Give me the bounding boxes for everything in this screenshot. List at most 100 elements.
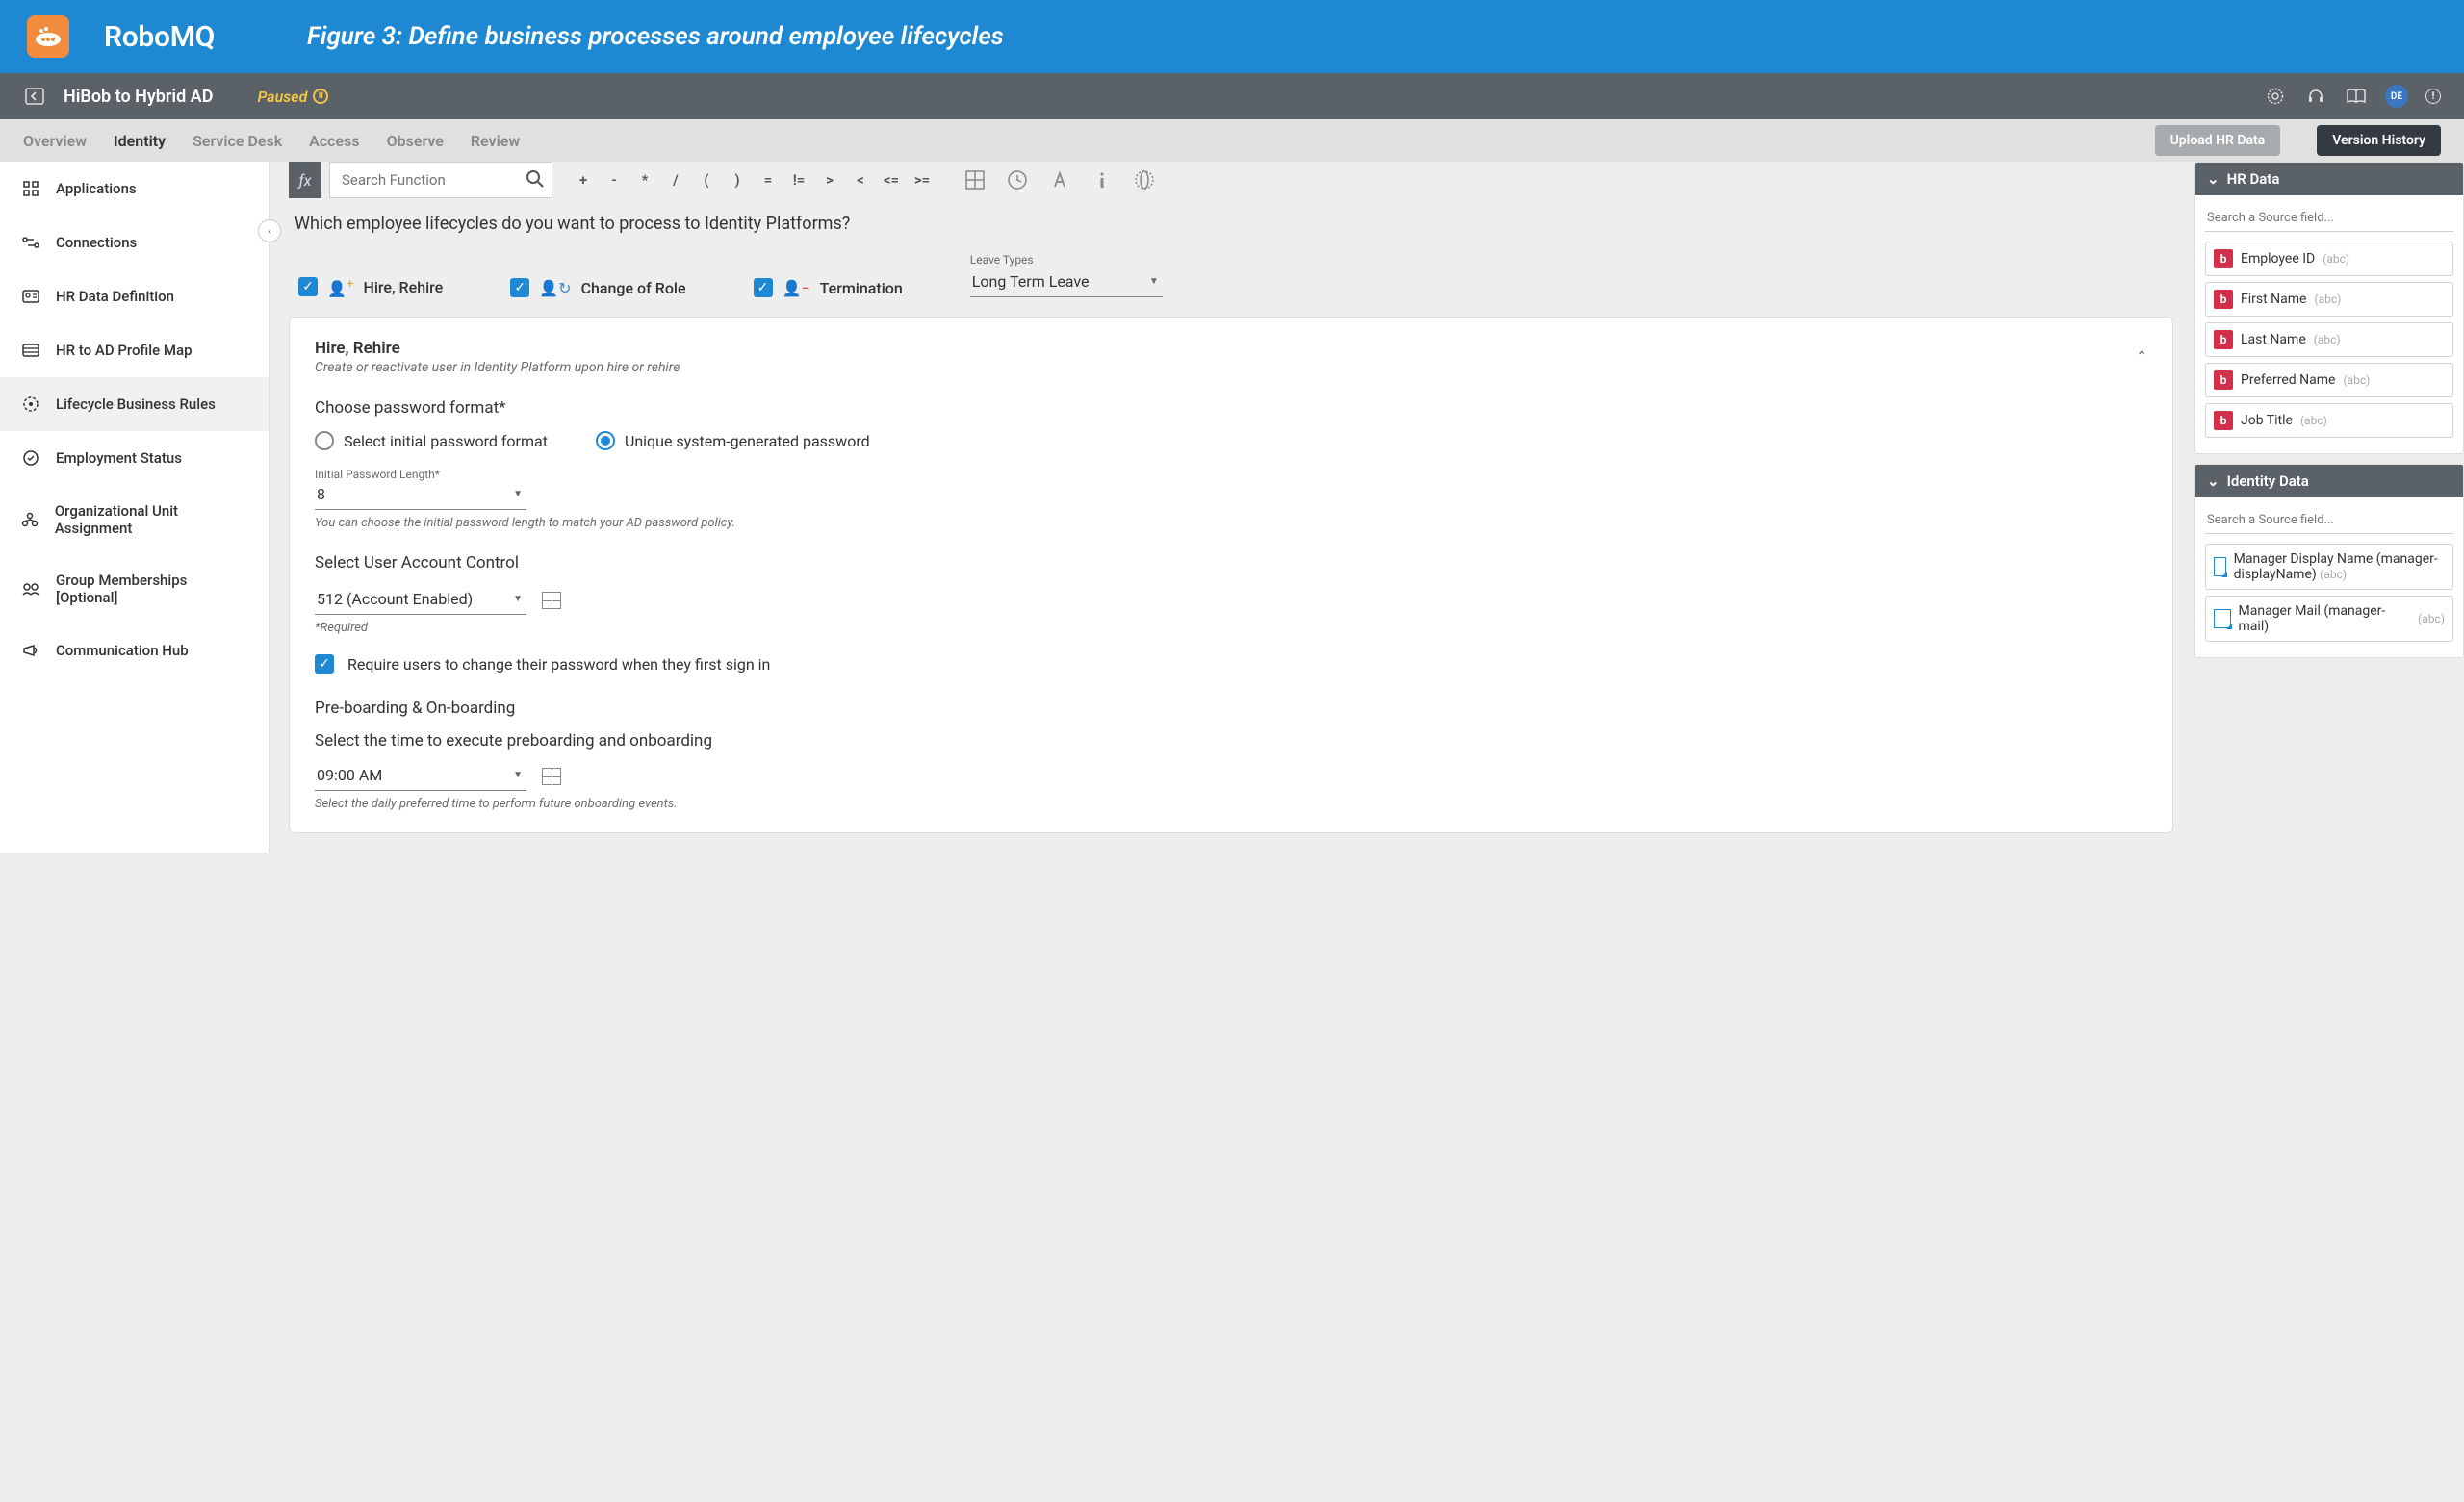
sidebar-item-communication-hub[interactable]: Communication Hub bbox=[0, 624, 269, 677]
apps-icon bbox=[21, 179, 40, 198]
grid-picker-icon[interactable] bbox=[542, 768, 561, 785]
text-tool-icon[interactable] bbox=[1047, 167, 1072, 192]
person-swap-icon: 👤↻ bbox=[539, 279, 571, 297]
op-neq[interactable]: != bbox=[785, 166, 812, 193]
field-chip[interactable]: Manager Mail (manager-mail)(abc) bbox=[2205, 596, 2453, 642]
card-title: Hire, Rehire bbox=[315, 339, 680, 358]
op-divide[interactable]: / bbox=[662, 166, 689, 193]
upload-hr-button[interactable]: Upload HR Data bbox=[2155, 125, 2281, 156]
avatar[interactable]: DE bbox=[2385, 85, 2408, 108]
app-bar: HiBob to Hybrid AD Paused II DE ! bbox=[0, 73, 2464, 119]
table-tool-icon[interactable] bbox=[962, 167, 988, 192]
lifecycle-icon bbox=[21, 395, 40, 414]
identity-badge-icon bbox=[2214, 557, 2226, 576]
field-chip[interactable]: bEmployee ID(abc) bbox=[2205, 242, 2453, 276]
password-length-help: You can choose the initial password leng… bbox=[315, 516, 2147, 530]
field-chip[interactable]: bLast Name(abc) bbox=[2205, 322, 2453, 357]
globe-tool-icon[interactable] bbox=[1132, 167, 1157, 192]
checkbox-icon[interactable]: ✓ bbox=[315, 654, 334, 674]
sidebar-item-label: Group Memberships [Optional] bbox=[56, 572, 247, 606]
back-icon[interactable] bbox=[23, 85, 46, 108]
op-lte[interactable]: <= bbox=[878, 166, 905, 193]
status-badge: Paused II bbox=[257, 88, 328, 106]
checkbox-icon[interactable]: ✓ bbox=[754, 278, 773, 297]
grid-picker-icon[interactable] bbox=[542, 592, 561, 609]
op-plus[interactable]: + bbox=[570, 166, 597, 193]
uac-select[interactable]: 512 (Account Enabled) bbox=[315, 586, 526, 615]
field-chip[interactable]: Manager Display Name (manager-displayNam… bbox=[2205, 544, 2453, 590]
tab-service-desk[interactable]: Service Desk bbox=[192, 132, 282, 150]
tab-observe[interactable]: Observe bbox=[387, 132, 444, 150]
panel-header[interactable]: ⌄ Identity Data bbox=[2195, 465, 2463, 497]
sidebar-item-employment-status[interactable]: Employment Status bbox=[0, 431, 269, 485]
sidebar-item-profile-map[interactable]: HR to AD Profile Map bbox=[0, 323, 269, 377]
person-plus-icon: 👤+ bbox=[327, 277, 353, 297]
info-tool-icon[interactable] bbox=[1090, 167, 1115, 192]
pause-icon: II bbox=[313, 89, 328, 104]
radio-system-password[interactable]: Unique system-generated password bbox=[596, 431, 870, 450]
panel-header[interactable]: ⌄ HR Data bbox=[2195, 163, 2463, 195]
workspace: Applications Connections HR Data Definit… bbox=[0, 162, 2464, 853]
hr-field-search-input[interactable] bbox=[2205, 205, 2453, 232]
main-content: ƒx + - * / ( ) = != > < <= >= bbox=[289, 162, 2194, 853]
sidebar-item-lifecycle-rules[interactable]: Lifecycle Business Rules bbox=[0, 377, 269, 431]
field-chip[interactable]: bFirst Name(abc) bbox=[2205, 282, 2453, 317]
collapse-sidebar-button[interactable]: ‹ bbox=[258, 219, 281, 242]
leave-types-select[interactable]: Long Term Leave bbox=[970, 268, 1163, 297]
field-type: (abc) bbox=[2323, 252, 2349, 266]
op-lt[interactable]: < bbox=[847, 166, 874, 193]
op-lparen[interactable]: ( bbox=[693, 166, 720, 193]
sidebar-item-ou-assignment[interactable]: Organizational Unit Assignment bbox=[0, 485, 269, 554]
field-type: (abc) bbox=[2314, 293, 2341, 306]
op-gt[interactable]: > bbox=[816, 166, 843, 193]
tab-access[interactable]: Access bbox=[309, 132, 359, 150]
require-password-change-row[interactable]: ✓ Require users to change their password… bbox=[315, 654, 2147, 674]
clock-tool-icon[interactable] bbox=[1005, 167, 1030, 192]
radio-initial-password[interactable]: Select initial password format bbox=[315, 431, 548, 450]
radio-icon bbox=[315, 431, 334, 450]
book-icon[interactable] bbox=[2345, 85, 2368, 108]
sidebar-item-group-memberships[interactable]: Group Memberships [Optional] bbox=[0, 554, 269, 624]
field-type: (abc) bbox=[2314, 333, 2341, 346]
uac-required: *Required bbox=[315, 621, 2147, 635]
checkbox-icon[interactable]: ✓ bbox=[510, 278, 529, 297]
op-multiply[interactable]: * bbox=[631, 166, 658, 193]
lifecycle-change[interactable]: ✓ 👤↻ Change of Role bbox=[510, 278, 685, 297]
uac-heading: Select User Account Control bbox=[315, 553, 2147, 573]
hr-badge-icon: b bbox=[2214, 330, 2233, 349]
version-history-button[interactable]: Version History bbox=[2317, 125, 2441, 156]
sidebar-item-label: Connections bbox=[56, 234, 137, 251]
info-icon[interactable]: ! bbox=[2426, 89, 2441, 104]
field-chip[interactable]: bJob Title(abc) bbox=[2205, 403, 2453, 438]
lifecycle-hire[interactable]: ✓ 👤+ Hire, Rehire bbox=[298, 277, 443, 297]
tab-overview[interactable]: Overview bbox=[23, 132, 87, 150]
onboarding-time-select[interactable]: 09:00 AM bbox=[315, 762, 526, 791]
checkbox-label: Require users to change their password w… bbox=[347, 655, 770, 674]
field-chip[interactable]: bPreferred Name(abc) bbox=[2205, 363, 2453, 397]
checkbox-icon[interactable]: ✓ bbox=[298, 277, 318, 296]
collapse-card-icon[interactable]: ⌃ bbox=[2136, 349, 2147, 365]
fx-label: ƒx bbox=[289, 162, 321, 198]
search-icon[interactable] bbox=[526, 169, 545, 189]
headset-icon[interactable] bbox=[2304, 85, 2327, 108]
panel-title: HR Data bbox=[2227, 170, 2280, 188]
hr-badge-icon: b bbox=[2214, 370, 2233, 390]
tab-review[interactable]: Review bbox=[471, 132, 520, 150]
op-minus[interactable]: - bbox=[601, 166, 628, 193]
lifecycle-row: ✓ 👤+ Hire, Rehire ✓ 👤↻ Change of Role ✓ … bbox=[298, 253, 2187, 297]
field-type: (abc) bbox=[2320, 568, 2347, 581]
op-gte[interactable]: >= bbox=[909, 166, 936, 193]
op-rparen[interactable]: ) bbox=[724, 166, 751, 193]
sidebar-item-applications[interactable]: Applications bbox=[0, 162, 269, 216]
lifecycle-termination[interactable]: ✓ 👤− Termination bbox=[754, 278, 903, 297]
field-label: Leave Types bbox=[970, 253, 1163, 267]
sidebar-item-hr-data-definition[interactable]: HR Data Definition bbox=[0, 269, 269, 323]
map-icon bbox=[21, 341, 40, 360]
search-function-input[interactable] bbox=[329, 162, 552, 198]
password-length-select[interactable]: 8 bbox=[315, 481, 526, 510]
sidebar-item-connections[interactable]: Connections bbox=[0, 216, 269, 269]
tab-identity[interactable]: Identity bbox=[114, 132, 166, 150]
op-eq[interactable]: = bbox=[755, 166, 782, 193]
identity-field-search-input[interactable] bbox=[2205, 507, 2453, 534]
gear-icon[interactable] bbox=[2264, 85, 2287, 108]
